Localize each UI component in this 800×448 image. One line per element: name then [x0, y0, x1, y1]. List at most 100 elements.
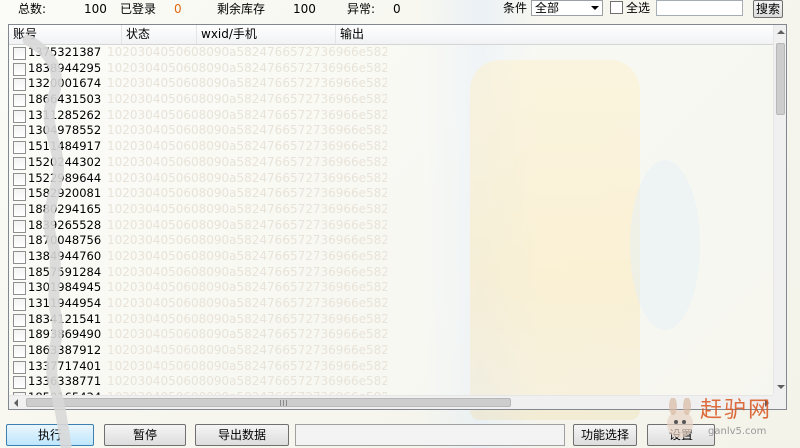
grip-icon	[280, 400, 288, 406]
table-row[interactable]: 1384944760 1020304050608090a5824766572736…	[9, 249, 774, 265]
account-cell: 1880294165	[28, 201, 102, 216]
column-header-status[interactable]: 状态	[122, 25, 197, 44]
output-cell: 1020304050608090a5824766572736966e5824	[107, 296, 387, 310]
pause-button[interactable]: 暂停	[104, 424, 186, 446]
row-checkbox[interactable]	[13, 78, 26, 92]
account-cell: 1857591284	[28, 264, 102, 279]
account-cell: 1311285262	[28, 107, 102, 122]
table-row[interactable]: 1520244302 1020304050608090a5824766572736…	[9, 155, 774, 171]
table-row[interactable]: 1870048756 1020304050608090a5824766572736…	[9, 233, 774, 249]
table-row[interactable]: 1893869490 1020304050608090a5824766572736…	[9, 327, 774, 343]
row-checkbox[interactable]	[13, 203, 26, 217]
output-cell: 1020304050608090a5824766572736966e5824	[107, 280, 387, 295]
output-cell: 1020304050608090a5824766572736966e5824	[107, 92, 387, 107]
table-row[interactable]: 1880294165 1020304050608090a5824766572736…	[9, 202, 774, 218]
condition-value: 全部	[535, 1, 560, 15]
abnormal-value: 0	[393, 2, 401, 16]
table-row[interactable]: 1375321387 1020304050608090a5824766572736…	[9, 45, 774, 61]
stock-value: 100	[293, 2, 316, 16]
row-checkbox[interactable]	[13, 376, 26, 390]
table-row[interactable]: 1857591284 1020304050608090a5824766572736…	[9, 265, 774, 281]
account-cell: 1582920081	[28, 186, 102, 201]
account-cell: 1520244302	[28, 154, 102, 169]
scroll-right-arrow-icon[interactable]	[761, 397, 773, 408]
row-checkbox[interactable]	[13, 235, 26, 249]
account-cell: 1511484917	[28, 139, 102, 154]
table-row[interactable]: 1834121541 1020304050608090a5824766572736…	[9, 312, 774, 328]
horizontal-scroll-thumb[interactable]	[26, 398, 511, 407]
search-input[interactable]	[656, 0, 743, 16]
account-cell: 1304978552	[28, 123, 102, 138]
total-label: 总数:	[18, 2, 47, 16]
row-checkbox[interactable]	[13, 47, 26, 60]
column-header-account[interactable]: 账号	[9, 25, 122, 44]
column-header-wxid-phone[interactable]: wxid/手机	[197, 25, 336, 44]
row-checkbox[interactable]	[13, 360, 26, 374]
stats-bar: 总数: 100 已登录 0 剩余库存 100 异常: 0 条件 全部 全选 搜索	[0, 0, 800, 22]
account-cell: 1522989644	[28, 170, 102, 185]
account-cell: 1866431503	[28, 92, 102, 107]
table-row[interactable]: 1582920081 1020304050608090a5824766572736…	[9, 186, 774, 202]
output-cell: 1020304050608090a5824766572736966e5824	[107, 248, 387, 263]
account-cell: 1839265528	[28, 217, 102, 232]
row-checkbox[interactable]	[13, 313, 26, 327]
output-cell: 1020304050608090a5824766572736966e5824	[107, 170, 387, 185]
scroll-down-arrow-icon[interactable]	[775, 381, 786, 393]
export-data-button[interactable]: 导出数据	[195, 424, 289, 446]
scroll-left-arrow-icon[interactable]	[11, 397, 23, 408]
column-header-output[interactable]: 输出	[336, 25, 774, 44]
row-checkbox[interactable]	[13, 188, 26, 202]
execute-button[interactable]: 执行	[6, 424, 94, 446]
scrollbar-corner	[773, 395, 786, 409]
table-row[interactable]: 1866431503 1020304050608090a5824766572736…	[9, 92, 774, 108]
table-row[interactable]: 1311944954 1020304050608090a5824766572736…	[9, 296, 774, 312]
row-checkbox[interactable]	[13, 109, 26, 123]
row-checkbox[interactable]	[13, 156, 26, 170]
table-row[interactable]: 1311285262 1020304050608090a5824766572736…	[9, 108, 774, 124]
table-row[interactable]: 1337717401 1020304050608090a5824766572736…	[9, 359, 774, 375]
table-row[interactable]: 1304978552 1020304050608090a5824766572736…	[9, 123, 774, 139]
output-cell: 1020304050608090a5824766572736966e5824	[107, 374, 387, 389]
row-checkbox[interactable]	[13, 345, 26, 359]
row-checkbox[interactable]	[13, 172, 26, 186]
select-all-label[interactable]: 全选	[626, 1, 650, 15]
settings-button[interactable]: 设置	[647, 424, 715, 446]
row-checkbox[interactable]	[13, 62, 26, 76]
account-list[interactable]: 账号 状态 wxid/手机 输出 1375321387 1020304050608…	[8, 24, 787, 410]
horizontal-scrollbar[interactable]	[9, 395, 775, 409]
condition-dropdown[interactable]: 全部	[531, 0, 603, 16]
chevron-down-icon[interactable]	[588, 1, 602, 15]
output-cell: 1020304050608090a5824766572736966e5824	[107, 327, 387, 342]
table-row[interactable]: 1839265528 1020304050608090a5824766572736…	[9, 218, 774, 234]
logged-label: 已登录	[120, 2, 157, 16]
search-button[interactable]: 搜索	[753, 0, 783, 18]
row-checkbox[interactable]	[13, 125, 26, 139]
select-all-checkbox[interactable]	[610, 1, 623, 14]
vertical-scroll-thumb[interactable]	[776, 43, 785, 115]
table-row[interactable]: 1336338771 1020304050608090a5824766572736…	[9, 374, 774, 390]
condition-label: 条件	[503, 1, 528, 15]
table-row[interactable]: 1301984945 1020304050608090a5824766572736…	[9, 280, 774, 296]
table-row[interactable]: 1511484917 1020304050608090a5824766572736…	[9, 139, 774, 155]
table-row[interactable]: 1863387912 1020304050608090a5824766572736…	[9, 343, 774, 359]
vertical-scrollbar[interactable]	[773, 25, 786, 395]
row-checkbox[interactable]	[13, 219, 26, 233]
row-checkbox[interactable]	[13, 250, 26, 264]
row-checkbox[interactable]	[13, 94, 26, 108]
scroll-up-arrow-icon[interactable]	[775, 27, 786, 39]
output-cell: 1020304050608090a5824766572736966e5824	[107, 217, 387, 232]
output-cell: 1020304050608090a5824766572736966e5824	[107, 123, 387, 138]
output-cell: 1020304050608090a5824766572736966e5824	[107, 186, 387, 201]
row-checkbox[interactable]	[13, 282, 26, 296]
table-row[interactable]: 1838944295 1020304050608090a5824766572736…	[9, 61, 774, 77]
row-checkbox[interactable]	[13, 329, 26, 343]
list-rows: 1375321387 1020304050608090a5824766572736…	[9, 45, 774, 409]
function-select-button[interactable]: 功能选择	[573, 424, 637, 446]
row-checkbox[interactable]	[13, 141, 26, 155]
row-checkbox[interactable]	[13, 298, 26, 311]
logged-value: 0	[174, 2, 182, 16]
row-checkbox[interactable]	[13, 266, 26, 280]
table-row[interactable]: 1320001674 1020304050608090a5824766572736…	[9, 76, 774, 92]
account-cell: 1838944295	[28, 60, 102, 75]
table-row[interactable]: 1522989644 1020304050608090a5824766572736…	[9, 171, 774, 187]
